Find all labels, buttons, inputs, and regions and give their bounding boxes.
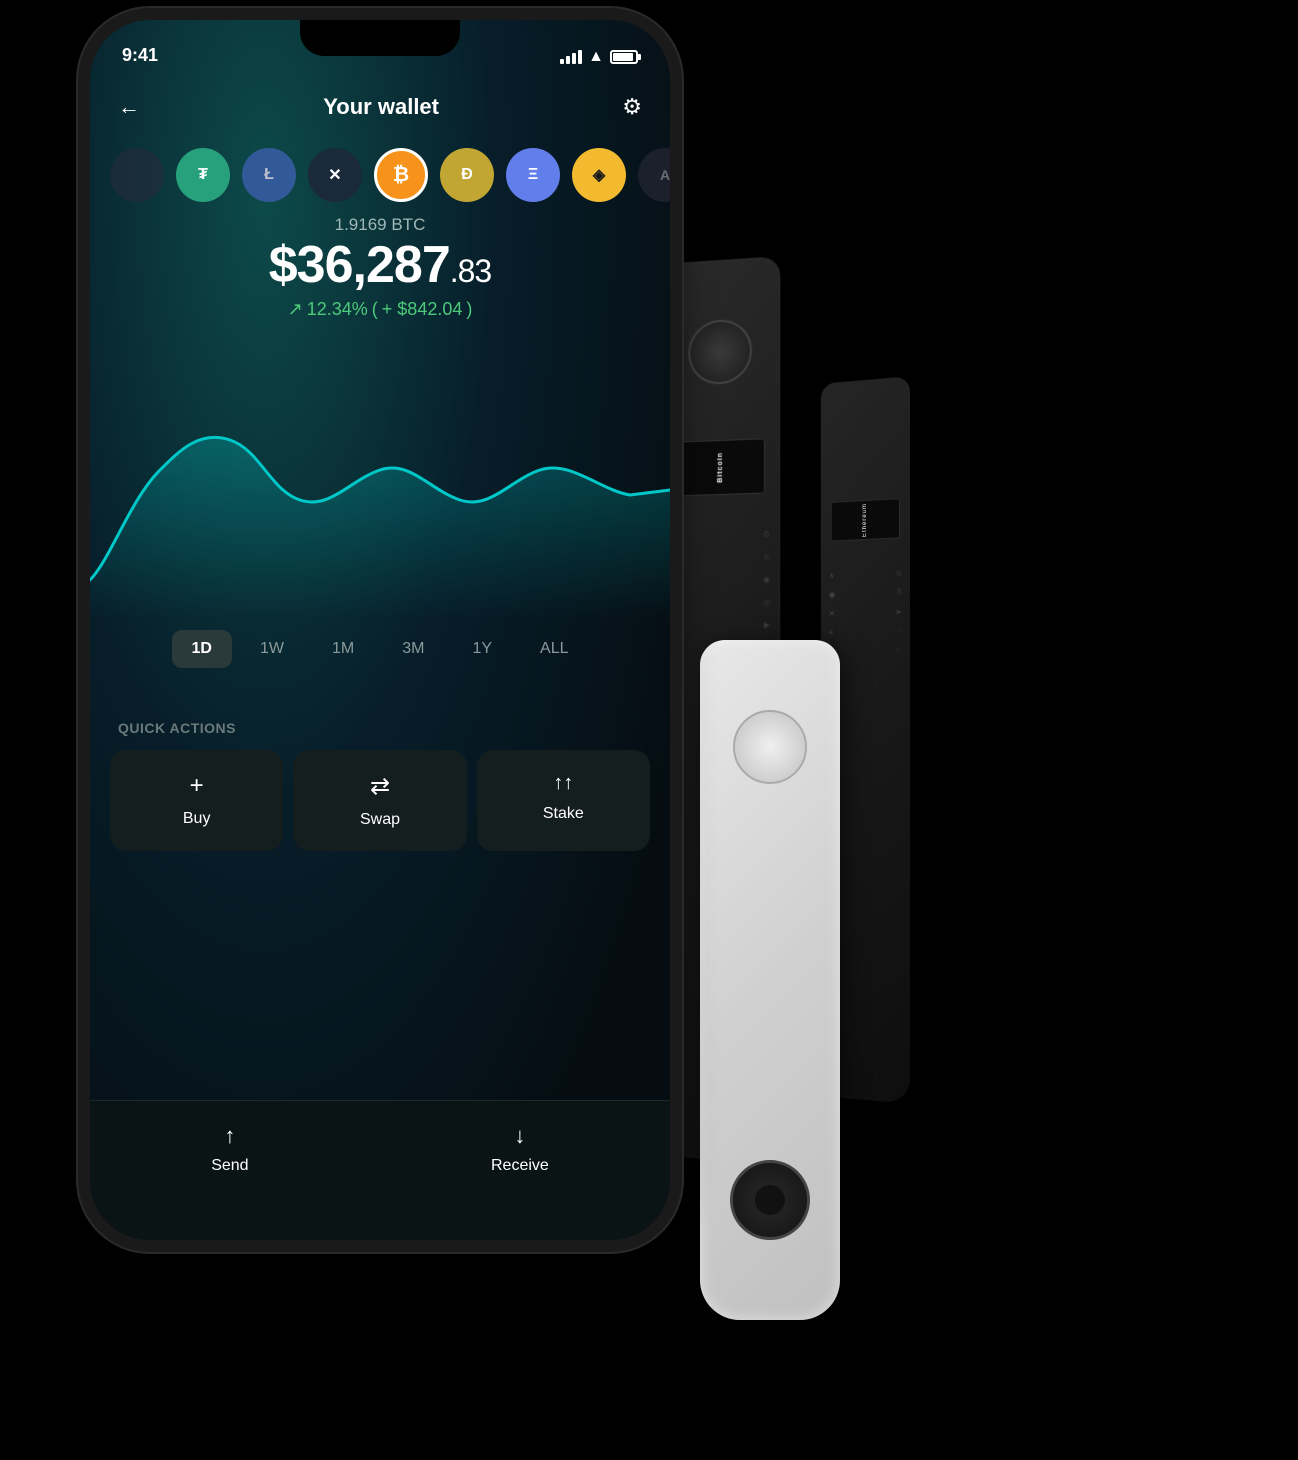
- balance-crypto: 1.9169 BTC: [90, 215, 670, 235]
- coin-item-partial[interactable]: [110, 148, 164, 202]
- time-btn-1d[interactable]: 1D: [172, 630, 232, 668]
- chart-fill: [90, 437, 670, 620]
- buy-label: Buy: [183, 810, 211, 828]
- time-btn-1w[interactable]: 1W: [240, 630, 304, 668]
- phone-wrapper: 9:41 ▲ ← Your wallet ⚙ ₮: [90, 20, 670, 1240]
- balance-section: 1.9169 BTC $36,287.83 ↗ 12.34% ( + $842.…: [90, 215, 670, 320]
- bottom-bar: ↑ Send ↓ Receive: [90, 1100, 670, 1240]
- phone-notch: [300, 20, 460, 56]
- ledger-btn-row: ∧ ⚙: [671, 529, 771, 543]
- coin-item-ethereum[interactable]: Ξ: [506, 148, 560, 202]
- time-btn-3m[interactable]: 3M: [382, 630, 444, 668]
- time-btn-1m[interactable]: 1M: [312, 630, 374, 668]
- time-range-selector: 1D 1W 1M 3M 1Y ALL: [90, 630, 670, 668]
- signal-bar-2: [566, 56, 570, 64]
- swap-button[interactable]: ⇄ Swap: [293, 750, 466, 851]
- time-btn-1y[interactable]: 1Y: [452, 630, 512, 668]
- signal-bars-icon: [560, 50, 582, 64]
- send-icon: ↑: [224, 1123, 235, 1149]
- receive-icon: ↓: [514, 1123, 525, 1149]
- ledger-buttons-s: ∧ ⚙ ◉ ₿ ✕ ▶ ≡ □ + ▷ ∨: [829, 569, 902, 675]
- balance-change: ↗ 12.34% ( + $842.04 ): [90, 299, 670, 320]
- time-btn-all[interactable]: ALL: [520, 630, 588, 668]
- change-close: ): [466, 299, 472, 320]
- swap-icon: ⇄: [370, 772, 390, 801]
- balance-fiat-cents: .83: [450, 253, 491, 289]
- ledger-screen-x: Bitcoin: [675, 438, 765, 496]
- price-chart: [90, 340, 670, 620]
- coin-item-dogecoin[interactable]: Ð: [440, 148, 494, 202]
- change-amount-value: + $842.04: [382, 299, 463, 320]
- ledger-white: [700, 640, 840, 1320]
- buy-icon: +: [190, 772, 204, 800]
- change-percent: 12.34%: [307, 299, 368, 320]
- coin-item-algo[interactable]: A: [638, 148, 670, 202]
- send-button[interactable]: ↑ Send: [211, 1123, 248, 1175]
- ledger-buttons-x: ∧ ⚙ ₿ ❊ ✕ ◉ ≡ ◎ + ▶ ∨ □: [671, 529, 771, 654]
- quick-actions-label: QUICK ACTIONS: [118, 720, 236, 736]
- status-icons: ▲: [560, 48, 638, 66]
- balance-fiat-main: $36,287: [269, 236, 450, 294]
- coin-item-tether[interactable]: ₮: [176, 148, 230, 202]
- send-label: Send: [211, 1157, 248, 1175]
- quick-actions-row: + Buy ⇄ Swap ↑↑ Stake: [110, 750, 650, 851]
- wifi-icon: ▲: [588, 48, 604, 66]
- coin-selector: ₮ Ł ✕ ₿ Ð Ξ ◈ A: [90, 140, 670, 210]
- settings-button[interactable]: ⚙: [622, 94, 642, 120]
- buy-button[interactable]: + Buy: [110, 750, 283, 851]
- header-title: Your wallet: [323, 94, 439, 120]
- ledger-screen-s: Ethereum: [831, 498, 900, 542]
- balance-fiat: $36,287.83: [90, 239, 670, 291]
- receive-button[interactable]: ↓ Receive: [491, 1123, 549, 1175]
- swap-label: Swap: [360, 811, 400, 829]
- coin-item-xrp[interactable]: ✕: [308, 148, 362, 202]
- change-amount: (: [372, 299, 378, 320]
- battery-fill: [613, 53, 633, 61]
- stake-label: Stake: [543, 805, 584, 823]
- status-time: 9:41: [122, 45, 158, 66]
- signal-bar-1: [560, 59, 564, 64]
- coin-item-litecoin[interactable]: Ł: [242, 148, 296, 202]
- change-arrow-icon: ↗: [288, 299, 303, 320]
- phone: 9:41 ▲ ← Your wallet ⚙ ₮: [90, 20, 670, 1240]
- ledger-white-button: [730, 1160, 810, 1240]
- chart-container: [90, 340, 670, 620]
- coin-item-binance[interactable]: ◈: [572, 148, 626, 202]
- back-button[interactable]: ←: [118, 94, 140, 120]
- signal-bar-4: [578, 50, 582, 64]
- stake-icon: ↑↑: [553, 772, 573, 795]
- header: ← Your wallet ⚙: [90, 75, 670, 139]
- receive-label: Receive: [491, 1157, 549, 1175]
- coin-item-bitcoin[interactable]: ₿: [374, 148, 428, 202]
- stake-button[interactable]: ↑↑ Stake: [477, 750, 650, 851]
- signal-bar-3: [572, 53, 576, 64]
- battery-icon: [610, 50, 638, 64]
